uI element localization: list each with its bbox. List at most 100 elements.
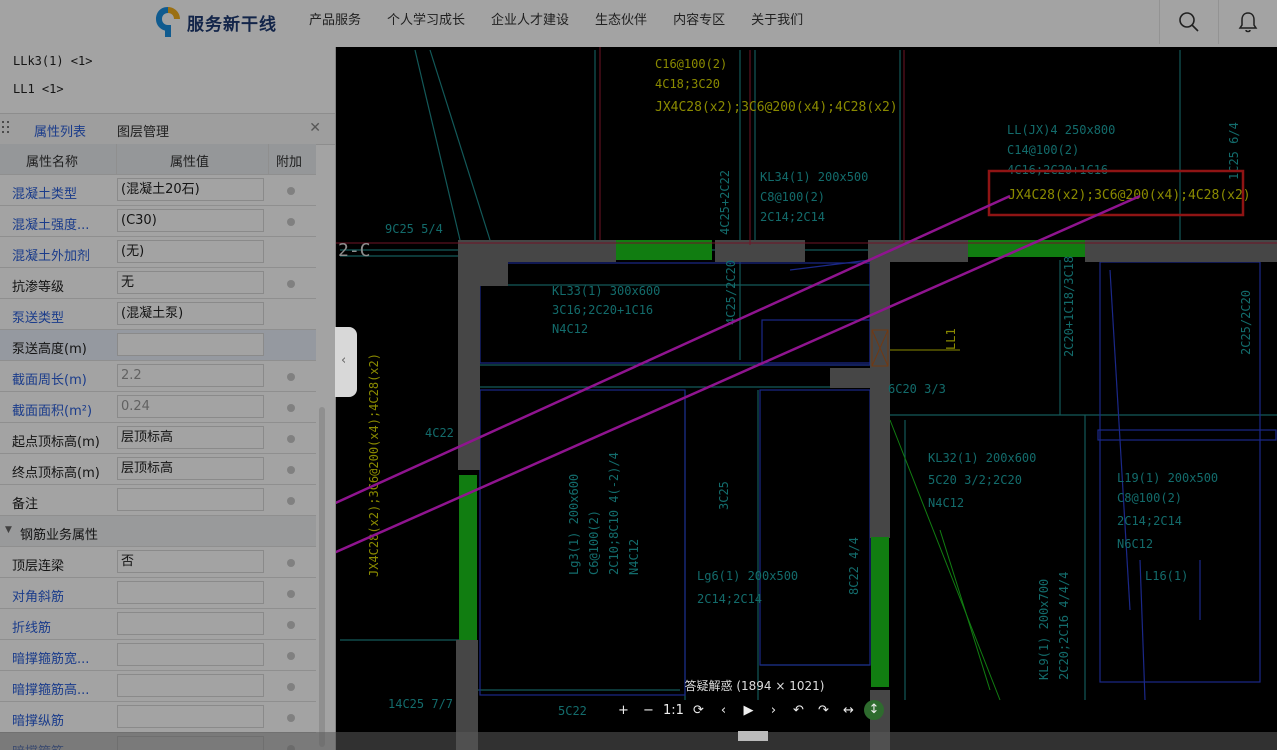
beam-list-item[interactable]: LL1 <1> xyxy=(0,75,335,103)
property-row[interactable]: 暗撑箍筋宽... xyxy=(0,640,316,671)
drawing-label: 6C20 3/3 xyxy=(888,382,946,396)
table-header: 属性名称 属性值 附加 xyxy=(0,144,316,175)
property-value-field[interactable] xyxy=(117,488,264,511)
property-name: 泵送高度(m) xyxy=(12,342,87,357)
property-value-field[interactable] xyxy=(117,643,264,666)
drawing-label: KL33(1) 300x600 xyxy=(552,284,660,298)
property-value-field[interactable]: 无 xyxy=(117,271,264,294)
cad-drawing-viewer[interactable]: C16@100(2) 4C18;3C20 JX4C28(x2);3C6@200(… xyxy=(336,47,1277,750)
property-value-field[interactable]: (混凝土20石) xyxy=(117,178,264,201)
extra-indicator-icon[interactable] xyxy=(287,373,295,381)
nav-enterprise-talent[interactable]: 企业人才建设 xyxy=(491,9,569,28)
nav-content[interactable]: 内容专区 xyxy=(673,9,725,28)
property-row[interactable]: 截面面积(m²) 0.24 xyxy=(0,392,316,423)
tab-property-list[interactable]: 属性列表 xyxy=(34,121,86,140)
drawing-label: L16(1) xyxy=(1145,569,1188,583)
nav-partners[interactable]: 生态伙伴 xyxy=(595,9,647,28)
property-value-field[interactable] xyxy=(117,612,264,635)
drawing-label: 14C25 7/7 xyxy=(388,697,453,711)
property-value-field[interactable]: 层顶标高 xyxy=(117,426,264,449)
property-row[interactable]: 终点顶标高(m) 层顶标高 xyxy=(0,454,316,485)
beam-list-item[interactable]: LLk3(1) <1> xyxy=(0,47,335,75)
property-value-field[interactable]: 0.24 xyxy=(117,395,264,418)
close-icon[interactable]: ✕ xyxy=(309,120,321,136)
extra-indicator-icon[interactable] xyxy=(287,435,295,443)
property-row[interactable]: 折线筋 xyxy=(0,609,316,640)
flip-vertical-button[interactable]: ↕ xyxy=(864,700,884,720)
property-row[interactable]: 暗撑纵筋 xyxy=(0,702,316,733)
drawing-label: LL(JX)4 250x800 xyxy=(1007,123,1115,137)
play-button[interactable]: ▶ xyxy=(736,703,761,718)
property-value-field[interactable]: (C30) xyxy=(117,209,264,232)
nav-about[interactable]: 关于我们 xyxy=(751,9,803,28)
drawing-label: C8@100(2) xyxy=(760,190,825,204)
actual-size-button[interactable]: 1:1 xyxy=(661,703,686,718)
zoom-in-button[interactable]: + xyxy=(611,703,636,718)
property-value-field[interactable]: 否 xyxy=(117,550,264,573)
extra-indicator-icon[interactable] xyxy=(287,714,295,722)
zoom-out-button[interactable]: − xyxy=(636,703,661,718)
rotate-right-button[interactable]: ↷ xyxy=(811,703,836,718)
drawing-label: 4C22 xyxy=(425,426,454,440)
flip-horizontal-button[interactable]: ↔ xyxy=(836,703,861,718)
panel-scrollbar[interactable] xyxy=(319,407,325,747)
property-row[interactable]: 混凝土类型 (混凝土20石) xyxy=(0,175,316,206)
property-value-field[interactable] xyxy=(117,705,264,728)
drag-handle-icon[interactable] xyxy=(2,121,12,137)
nav-personal-growth[interactable]: 个人学习成长 xyxy=(387,9,465,28)
property-value-field[interactable]: (无) xyxy=(117,240,264,263)
column-divider xyxy=(116,144,117,174)
property-row[interactable]: 混凝土强度... (C30) xyxy=(0,206,316,237)
panel-collapse-handle[interactable]: ‹ xyxy=(335,327,357,397)
property-value-field[interactable] xyxy=(117,333,264,356)
property-value-field[interactable]: 2.2 xyxy=(117,364,264,387)
drawing-label: N4C12 xyxy=(928,496,964,510)
drawing-label: JX4C28(x2);3C6@200(x4);4C28(x2) xyxy=(655,100,898,115)
drawing-label: 2C14;2C14 xyxy=(697,592,762,606)
drawing-label: 2C25/2C20 xyxy=(1239,290,1253,355)
extra-indicator-icon[interactable] xyxy=(287,218,295,226)
property-name: 终点顶标高(m) xyxy=(12,466,100,481)
extra-indicator-icon[interactable] xyxy=(287,466,295,474)
drawing-label: KL34(1) 200x500 xyxy=(760,170,868,184)
property-row[interactable]: 混凝土外加剂 (无) xyxy=(0,237,316,268)
extra-indicator-icon[interactable] xyxy=(287,559,295,567)
prev-button[interactable]: ‹ xyxy=(711,703,736,718)
notification-button[interactable] xyxy=(1218,0,1277,44)
property-row[interactable]: 起点顶标高(m) 层顶标高 xyxy=(0,423,316,454)
extra-indicator-icon[interactable] xyxy=(287,187,295,195)
search-icon xyxy=(1179,12,1199,32)
extra-indicator-icon[interactable] xyxy=(287,621,295,629)
brand-logo[interactable]: 服务新干线 xyxy=(153,4,277,40)
reset-button[interactable]: ⟳ xyxy=(686,703,711,718)
property-value-field[interactable]: (混凝土泵) xyxy=(117,302,264,325)
property-row[interactable]: 泵送高度(m) xyxy=(0,330,316,361)
section-rebar-properties[interactable]: ▼ 钢筋业务属性 xyxy=(0,516,316,547)
property-row[interactable]: 对角斜筋 xyxy=(0,578,316,609)
property-value-field[interactable]: 层顶标高 xyxy=(117,457,264,480)
property-name: 暗撑箍筋宽... xyxy=(12,652,90,667)
extra-indicator-icon[interactable] xyxy=(287,652,295,660)
property-row[interactable]: 泵送类型 (混凝土泵) xyxy=(0,299,316,330)
tab-layer-management[interactable]: 图层管理 xyxy=(117,121,169,140)
rotate-left-button[interactable]: ↶ xyxy=(786,703,811,718)
thumbnail-item[interactable] xyxy=(738,731,768,741)
property-row[interactable]: 顶层连梁 否 xyxy=(0,547,316,578)
drawing-label: 9C25 5/4 xyxy=(385,222,443,236)
extra-indicator-icon[interactable] xyxy=(287,590,295,598)
drawing-label: LL1 xyxy=(944,328,958,350)
extra-indicator-icon[interactable] xyxy=(287,497,295,505)
search-button[interactable] xyxy=(1159,0,1218,44)
drawing-label: JX4C28(x2);3C6@200(x4);4C28(x2) xyxy=(367,353,381,577)
collapse-triangle-icon[interactable]: ▼ xyxy=(5,525,12,535)
property-row[interactable]: 截面周长(m) 2.2 xyxy=(0,361,316,392)
property-row[interactable]: 抗渗等级 无 xyxy=(0,268,316,299)
drawing-label: 4C25+2C22 xyxy=(718,170,732,235)
nav-products[interactable]: 产品服务 xyxy=(309,9,361,28)
column-divider xyxy=(268,144,269,174)
property-row[interactable]: 备注 xyxy=(0,485,316,516)
next-button[interactable]: › xyxy=(761,703,786,718)
extra-indicator-icon[interactable] xyxy=(287,280,295,288)
extra-indicator-icon[interactable] xyxy=(287,404,295,412)
property-value-field[interactable] xyxy=(117,581,264,604)
